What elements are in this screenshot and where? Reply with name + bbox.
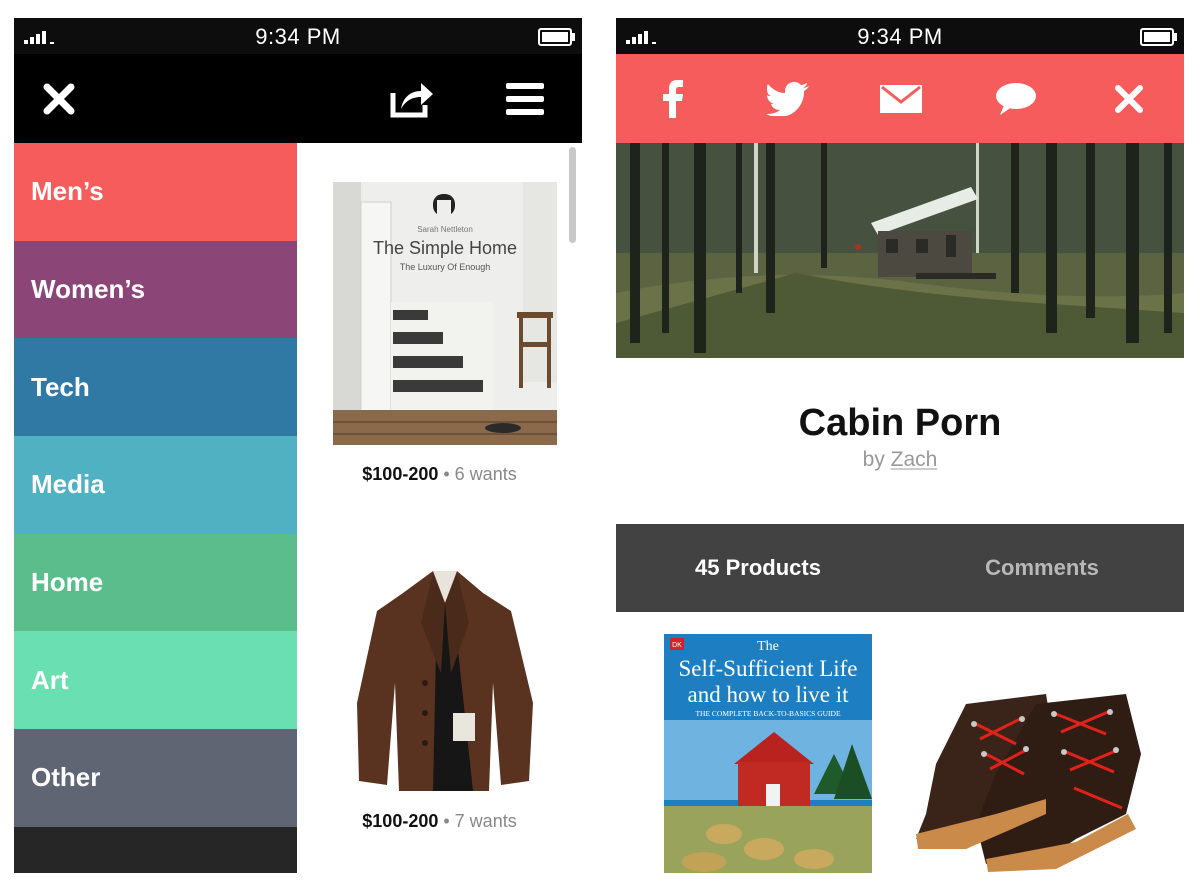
battery-icon: [1140, 28, 1177, 46]
product-wants: 6 wants: [454, 464, 517, 484]
email-icon[interactable]: [866, 54, 936, 143]
category-item-mens[interactable]: Men’s: [14, 143, 297, 241]
category-item-home[interactable]: Home: [14, 533, 297, 632]
book-publisher: DK: [672, 642, 682, 649]
category-label: Art: [31, 664, 69, 695]
battery-icon: [538, 28, 575, 46]
product-caption: $100-200 • 7 wants: [297, 811, 582, 832]
product-card[interactable]: $100-200 • 7 wants: [297, 523, 582, 853]
close-icon[interactable]: [34, 54, 84, 143]
category-item-art[interactable]: Art: [14, 631, 297, 730]
category-label: Tech: [31, 371, 90, 402]
tab-comments[interactable]: Comments: [900, 524, 1184, 612]
category-list: Men’s Women’s Tech Media Home Art Other: [14, 143, 297, 873]
status-bar: 9:34 PM: [616, 18, 1184, 54]
status-time: 9:34 PM: [857, 24, 943, 49]
category-item-media[interactable]: Media: [14, 436, 297, 534]
product-list: Sarah Nettleton The Simple Home The Luxu…: [297, 143, 582, 873]
book-author: Sarah Nettleton: [417, 225, 473, 234]
tab-bar: 45 Products Comments: [616, 524, 1184, 612]
product-image-boots[interactable]: [896, 664, 1166, 873]
category-item-other[interactable]: Other: [14, 729, 297, 827]
status-bar: 9:34 PM: [14, 18, 582, 54]
category-item-womens[interactable]: Women’s: [14, 240, 297, 339]
menu-icon[interactable]: [498, 54, 552, 143]
caption-separator: •: [438, 464, 455, 484]
book-subtitle: THE COMPLETE BACK-TO-BASICS GUIDE: [695, 709, 840, 718]
book-title-line: The: [757, 639, 779, 654]
nav-bar: [14, 54, 582, 143]
book-subtitle: The Luxury Of Enough: [400, 262, 491, 272]
product-price: $100-200: [362, 464, 439, 484]
tab-products[interactable]: 45 Products: [616, 524, 900, 612]
book-title-line: and how to live it: [688, 682, 850, 707]
phone-screen-collection: 9:34 PM Cabin Porn by Zach 45 Products C…: [616, 18, 1184, 873]
share-icon[interactable]: [384, 54, 440, 143]
status-time: 9:34 PM: [255, 24, 341, 49]
category-label: Men’s: [31, 176, 104, 207]
message-icon[interactable]: [981, 54, 1051, 143]
product-price: $100-200: [362, 811, 439, 831]
share-bar: [616, 54, 1184, 143]
product-image-jacket[interactable]: [333, 563, 557, 803]
author-link[interactable]: Zach: [891, 448, 938, 471]
category-label: Other: [31, 762, 101, 793]
product-card[interactable]: Sarah Nettleton The Simple Home The Luxu…: [297, 143, 582, 503]
product-image-book[interactable]: Sarah Nettleton The Simple Home The Luxu…: [333, 182, 557, 445]
category-label: Women’s: [31, 274, 146, 305]
caption-separator: •: [438, 811, 455, 831]
collection-byline: by Zach: [616, 448, 1184, 472]
byline-prefix: by: [862, 448, 891, 471]
category-label: Media: [31, 469, 105, 500]
category-label: Home: [31, 567, 104, 598]
book-title-line: Self-Sufficient Life: [678, 656, 857, 681]
category-item-tech[interactable]: Tech: [14, 338, 297, 437]
close-icon[interactable]: [1094, 54, 1164, 143]
twitter-icon[interactable]: [753, 54, 823, 143]
collection-title: Cabin Porn: [798, 402, 1002, 444]
product-caption: $100-200 • 6 wants: [297, 464, 582, 485]
phone-screen-categories: 9:34 PM Men’s Women’s Tech Media Home Ar…: [14, 18, 582, 873]
book-title: The Simple Home: [373, 238, 517, 258]
product-image-book[interactable]: DK The Self-Sufficient Life and how to l…: [664, 634, 872, 873]
product-wants: 7 wants: [454, 811, 517, 831]
hero-image-cabin: [616, 143, 1184, 358]
facebook-icon[interactable]: [638, 54, 708, 143]
